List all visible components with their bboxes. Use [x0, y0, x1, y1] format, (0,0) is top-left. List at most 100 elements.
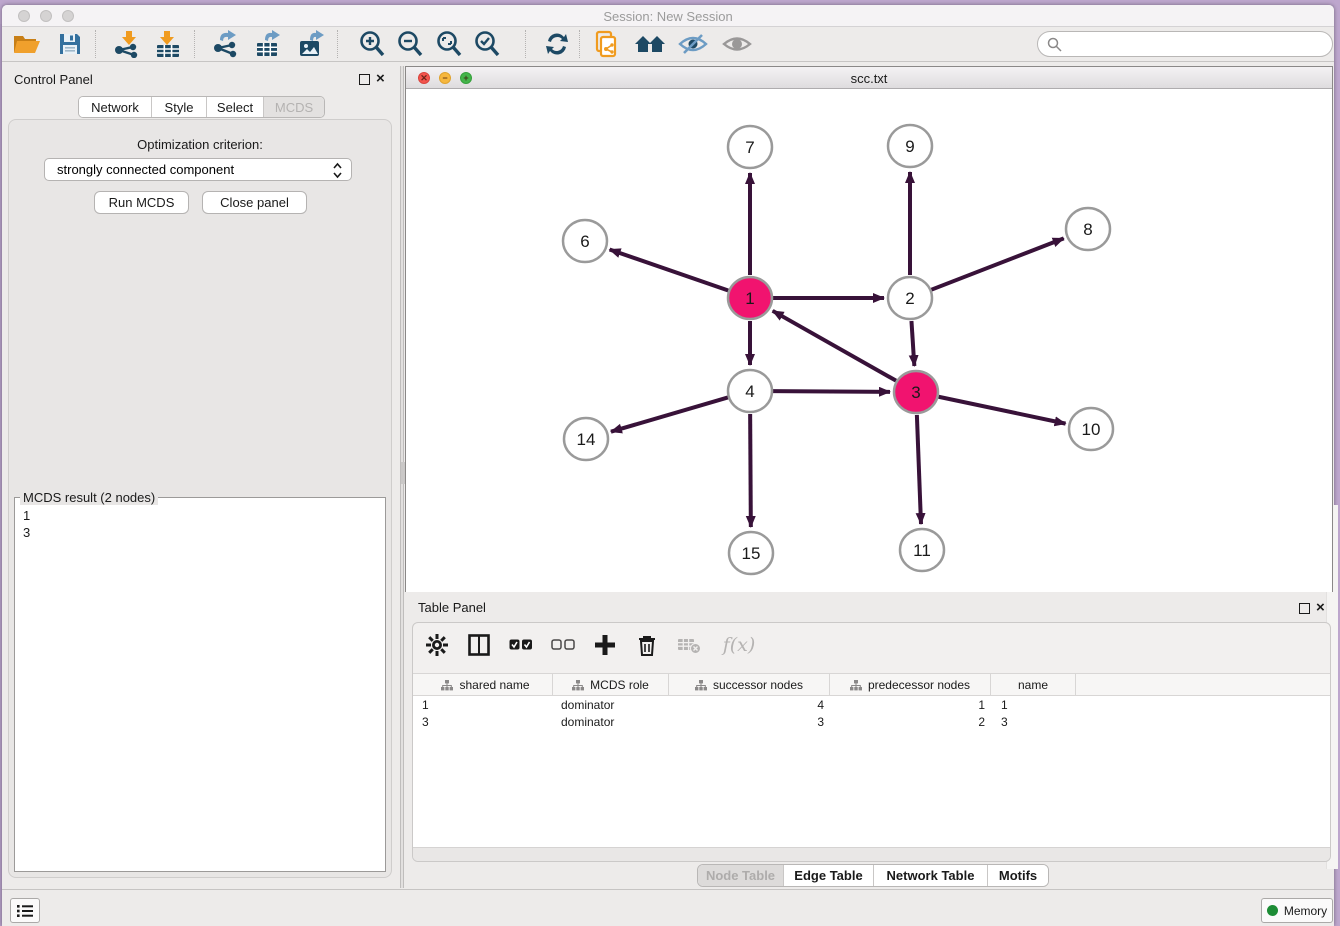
zoom-selected-button[interactable]: [471, 29, 503, 59]
column-header-name[interactable]: name: [991, 674, 1076, 696]
mcds-result-line: 3: [23, 524, 372, 541]
cell-mcds-role: dominator: [561, 715, 614, 729]
network-window-titlebar[interactable]: ✕ − + scc.txt: [406, 67, 1332, 89]
zoom-fit-button[interactable]: [433, 29, 465, 59]
export-table-button[interactable]: [253, 29, 285, 59]
search-input[interactable]: [1062, 37, 1312, 52]
search-icon: [1047, 37, 1062, 52]
graph-edge-4-3[interactable]: [773, 391, 890, 392]
sort-hierarchy-icon: [850, 680, 862, 691]
control-panel-float-button[interactable]: [359, 74, 370, 85]
column-header-predecessor-nodes[interactable]: predecessor nodes: [830, 674, 991, 696]
table-row[interactable]: 1 dominator 4 1 1: [413, 697, 1330, 714]
table-row[interactable]: 3 dominator 3 2 3: [413, 714, 1330, 731]
graph-node-label: 11: [913, 541, 931, 560]
close-panel-button[interactable]: Close panel: [202, 191, 307, 214]
add-button[interactable]: [591, 631, 619, 659]
import-network-button[interactable]: [111, 29, 143, 59]
mcds-result-title: MCDS result (2 nodes): [20, 490, 158, 505]
select-all-icon: [509, 639, 533, 651]
sort-hierarchy-icon: [441, 680, 453, 691]
tab-network-table[interactable]: Network Table: [874, 865, 988, 886]
search-field[interactable]: [1037, 31, 1333, 57]
graph-edge-3-11[interactable]: [917, 415, 921, 524]
tab-node-table[interactable]: Node Table: [698, 865, 784, 886]
graph-edge-1-6[interactable]: [610, 249, 729, 290]
control-panel-title: Control Panel: [14, 72, 93, 87]
settings-gear-button[interactable]: [423, 631, 451, 659]
status-bar: Memory: [2, 889, 1334, 926]
function-builder-button[interactable]: f(x): [717, 631, 761, 659]
layout-icon: [634, 32, 666, 56]
function-builder-icon: f(x): [723, 634, 756, 656]
network-graph[interactable]: 7968124314101511: [406, 89, 1332, 592]
graph-node-label: 15: [742, 544, 761, 563]
graph-node-label: 14: [577, 430, 596, 449]
graph-edge-4-14[interactable]: [611, 397, 728, 431]
column-header-successor-nodes[interactable]: successor nodes: [669, 674, 830, 696]
graph-node-label: 10: [1082, 420, 1101, 439]
control-panel-close-button[interactable]: ×: [376, 73, 385, 84]
first-neighbors-button[interactable]: [541, 29, 573, 59]
zoom-in-icon: [358, 30, 386, 58]
table-panel-close-button[interactable]: ×: [1316, 602, 1325, 613]
table-horizontal-scrollbar[interactable]: [413, 847, 1330, 861]
tab-network[interactable]: Network: [79, 97, 152, 117]
graph-edge-3-1[interactable]: [773, 311, 896, 381]
tab-select[interactable]: Select: [207, 97, 264, 117]
add-icon: [595, 635, 615, 655]
copy-network-icon: [594, 30, 622, 58]
graph-edge-4-15[interactable]: [750, 414, 751, 527]
task-history-button[interactable]: [10, 898, 40, 923]
graph-node-label: 7: [745, 138, 754, 157]
column-header-mcds-role[interactable]: MCDS role: [553, 674, 669, 696]
save-session-button[interactable]: [54, 29, 86, 59]
show-details-button[interactable]: [721, 29, 753, 59]
zoom-out-button[interactable]: [394, 29, 426, 59]
tab-mcds[interactable]: MCDS: [264, 97, 324, 117]
tab-style[interactable]: Style: [152, 97, 207, 117]
graph-edge-2-3[interactable]: [911, 321, 914, 366]
window-titlebar[interactable]: Session: New Session: [2, 5, 1334, 27]
toolbar-separator: [95, 30, 96, 58]
tab-edge-table[interactable]: Edge Table: [784, 865, 874, 886]
delete-button[interactable]: [633, 631, 661, 659]
import-table-button[interactable]: [152, 29, 184, 59]
copy-network-button[interactable]: [592, 29, 624, 59]
mcds-result-line: 1: [23, 507, 372, 524]
layout-button[interactable]: [634, 29, 666, 59]
sort-hierarchy-icon: [572, 680, 584, 691]
deselect-all-button[interactable]: [549, 631, 577, 659]
cell-mcds-role: dominator: [561, 698, 614, 712]
cell-successor-nodes: 3: [669, 715, 824, 729]
export-network-button[interactable]: [210, 29, 242, 59]
deselect-all-icon: [551, 639, 575, 651]
graph-edge-3-10[interactable]: [939, 397, 1066, 424]
mcds-result-list[interactable]: 1 3: [16, 505, 372, 869]
network-window[interactable]: ✕ − + scc.txt 7968124314101511: [405, 66, 1333, 592]
import-table-icon: [154, 30, 182, 58]
open-session-button[interactable]: [11, 29, 43, 59]
graph-node-label: 3: [911, 383, 920, 402]
column-header-shared-name[interactable]: shared name: [419, 674, 553, 696]
panel-splitter[interactable]: [400, 66, 404, 888]
memory-button[interactable]: Memory: [1261, 898, 1333, 923]
table-panel-float-button[interactable]: [1299, 603, 1310, 614]
column-view-button[interactable]: [465, 631, 493, 659]
delete-table-button[interactable]: [675, 631, 703, 659]
criterion-dropdown[interactable]: strongly connected component: [44, 158, 352, 181]
export-table-icon: [255, 30, 283, 58]
select-all-button[interactable]: [507, 631, 535, 659]
task-list-icon: [17, 904, 33, 918]
save-session-icon: [58, 32, 82, 56]
graph-edge-2-8[interactable]: [931, 238, 1063, 289]
import-network-icon: [113, 30, 141, 58]
run-mcds-button[interactable]: Run MCDS: [94, 191, 189, 214]
control-panel-tabs: Network Style Select MCDS: [78, 96, 325, 118]
table-panel-body: f(x) shared name MCDS role successor nod…: [412, 622, 1331, 862]
tab-motifs[interactable]: Motifs: [988, 865, 1048, 886]
zoom-in-button[interactable]: [356, 29, 388, 59]
hide-details-button[interactable]: [677, 29, 709, 59]
column-view-icon: [468, 634, 490, 656]
export-image-button[interactable]: [296, 29, 328, 59]
